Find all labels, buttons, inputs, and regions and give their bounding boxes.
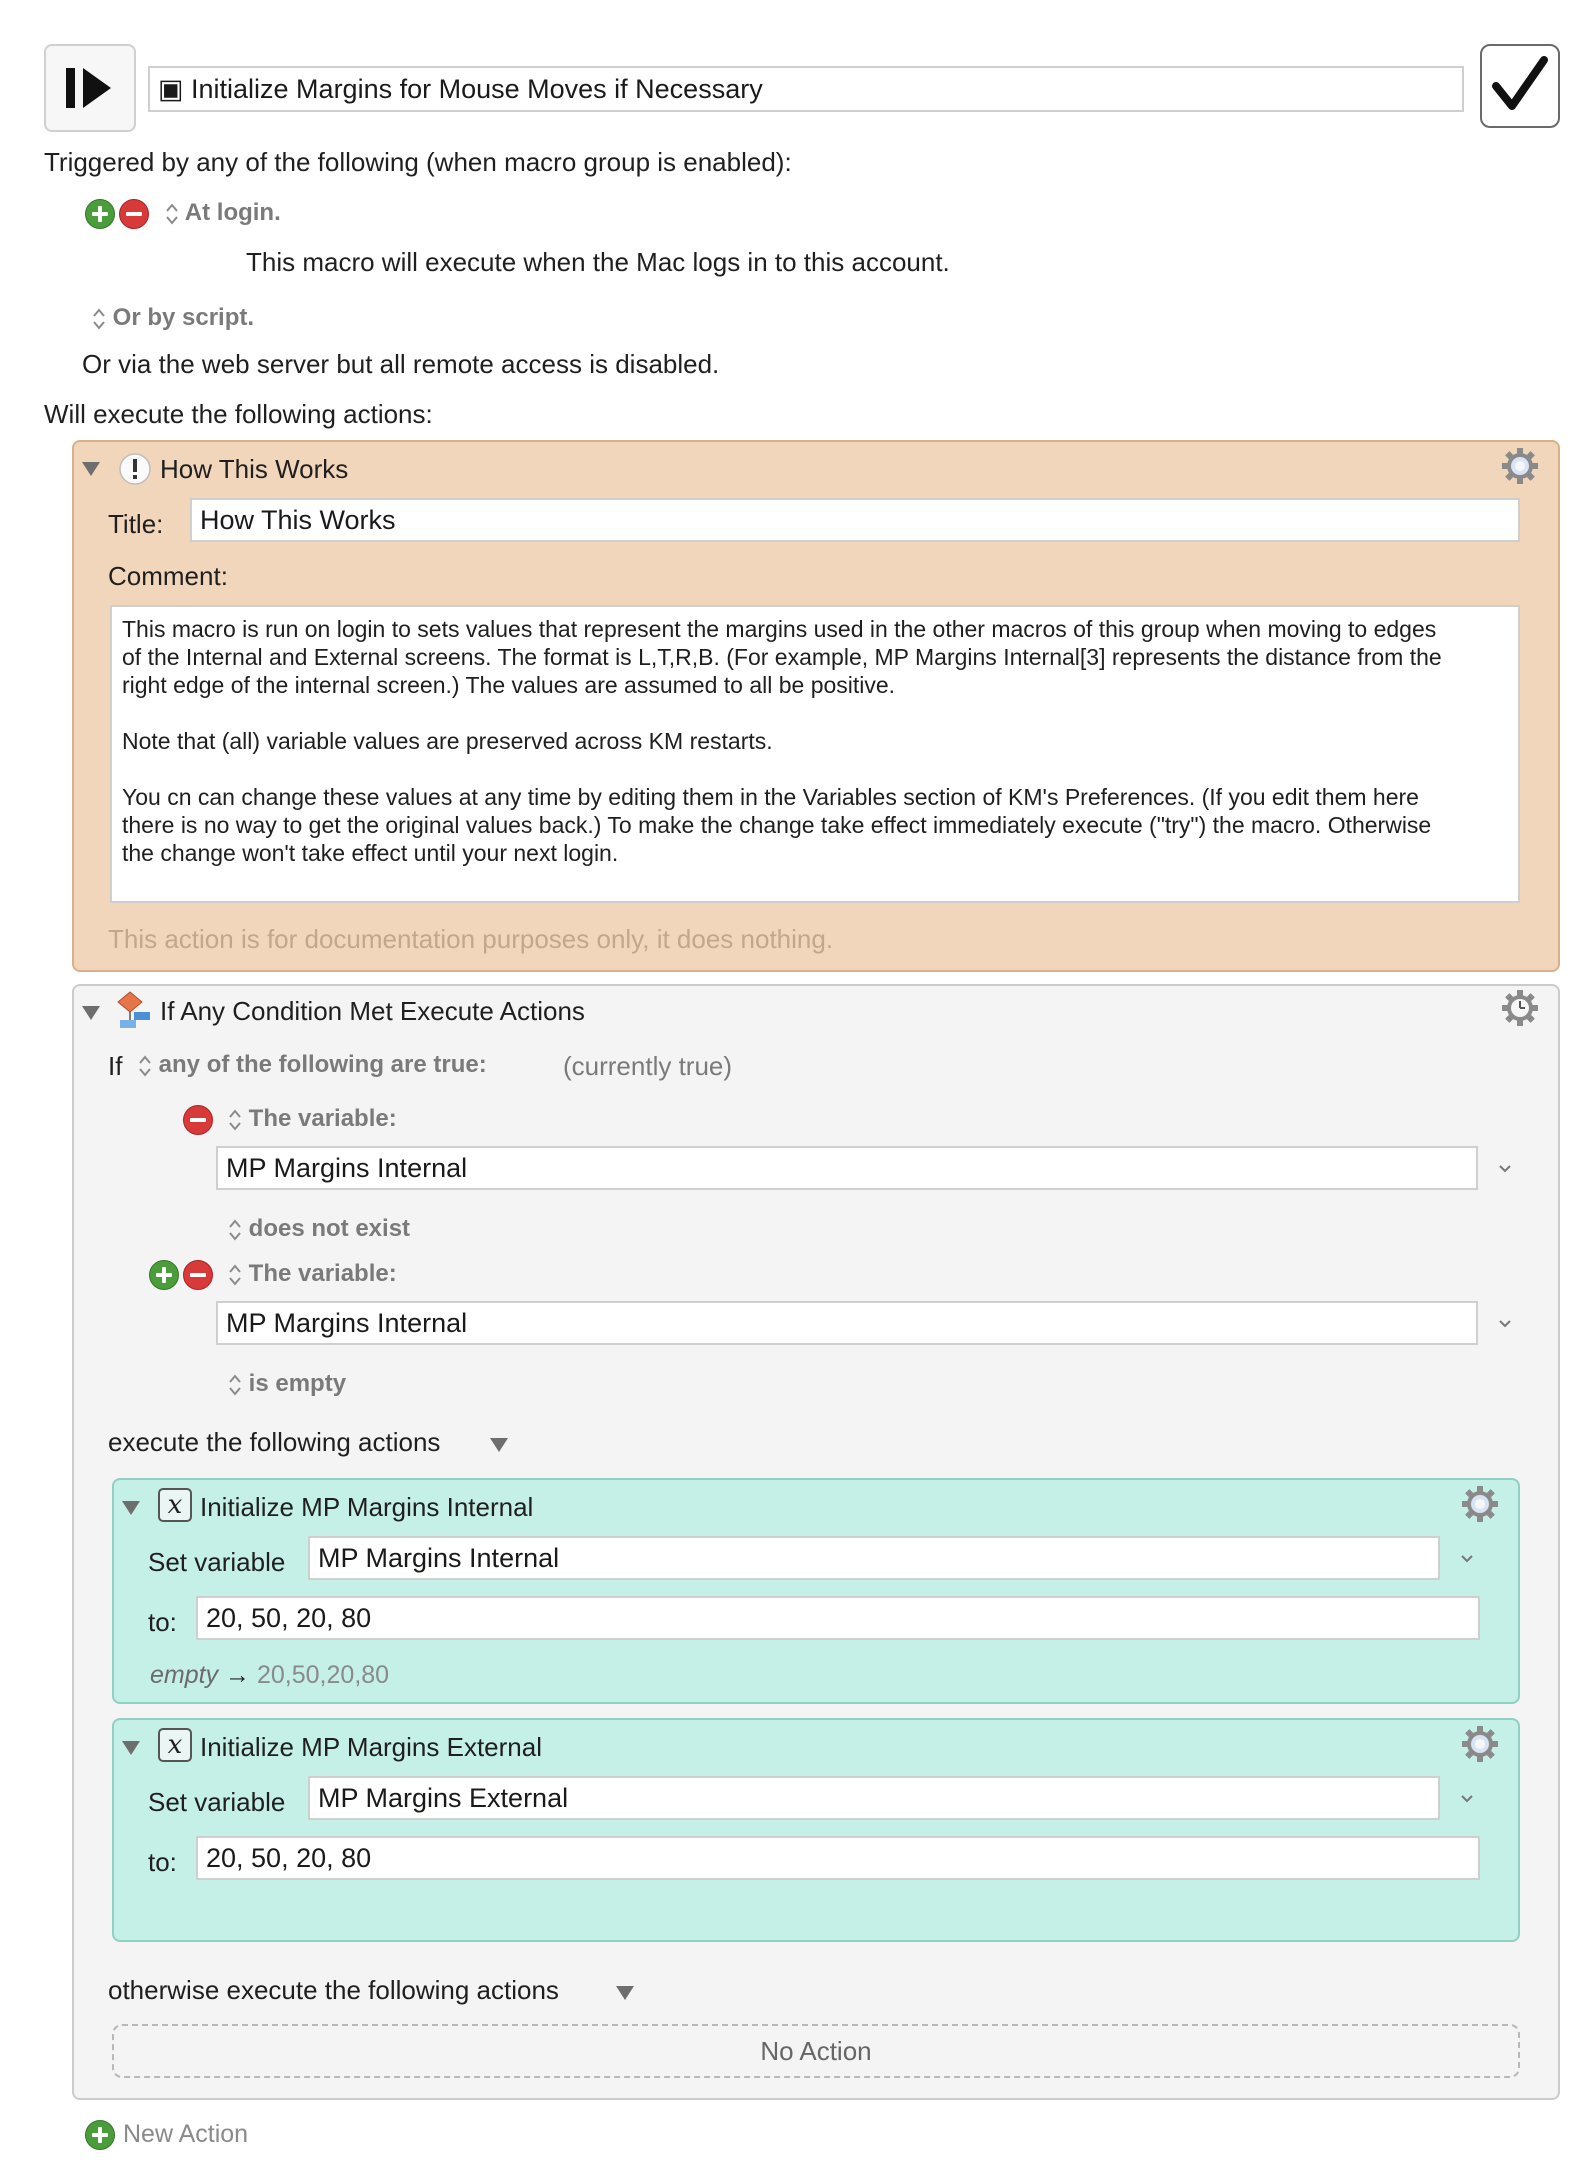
condition-1-test-popup[interactable]: does not exist (228, 1215, 410, 1243)
comment-label: Comment: (108, 561, 228, 591)
remove-condition-button[interactable] (183, 1260, 213, 1290)
macro-enabled-checkbox[interactable] (1480, 44, 1560, 128)
updown-chevron-icon (229, 1374, 241, 1396)
comment-text: This macro is run on login to sets value… (122, 616, 1442, 866)
updown-chevron-icon (93, 308, 105, 330)
timer-gear-icon[interactable] (1500, 988, 1540, 1028)
condition-type-popup[interactable]: The variable: (228, 1260, 397, 1288)
try-macro-button[interactable] (44, 44, 136, 132)
set-1-preview-old: empty (150, 1661, 219, 1689)
trigger-login-description: This macro will execute when the Mac log… (246, 247, 950, 277)
add-condition-button[interactable] (149, 1260, 179, 1290)
if-then-icon (117, 991, 150, 1028)
set-1-variable-field[interactable]: MP Margins Internal (308, 1536, 1440, 1580)
set-1-value: 20, 50, 20, 80 (206, 1602, 372, 1633)
web-server-note: Or via the web server but all remote acc… (82, 349, 720, 379)
gear-icon[interactable] (1500, 446, 1540, 486)
set-1-label: Set variable (148, 1547, 286, 1577)
arrow-right-icon: → (225, 1661, 251, 1689)
chevron-down-icon[interactable] (1460, 1792, 1474, 1806)
set-1-preview-new: 20,50,20,80 (257, 1661, 390, 1689)
add-trigger-button[interactable] (85, 199, 115, 229)
disclosure-triangle[interactable] (122, 1741, 140, 1755)
remove-trigger-button[interactable] (119, 199, 149, 229)
no-action-label: No Action (760, 2035, 872, 2066)
if-label: If (108, 1051, 123, 1081)
then-actions-menu-triangle[interactable] (490, 1438, 508, 1452)
else-actions-menu-triangle[interactable] (616, 1986, 634, 2000)
play-step-icon (66, 68, 111, 108)
updown-chevron-icon (229, 1264, 241, 1286)
any-condition-popup[interactable]: any of the following are true: (138, 1051, 487, 1079)
variable-x-icon: 𝑥 (158, 1728, 192, 1762)
gear-icon[interactable] (1460, 1484, 1500, 1524)
condition-2-variable: MP Margins Internal (226, 1307, 468, 1338)
chevron-down-icon[interactable] (1498, 1317, 1512, 1331)
set-1-preview: empty → 20,50,20,80 (150, 1661, 389, 1690)
condition-2-label: The variable: (248, 1260, 397, 1287)
set-2-header: Initialize MP Margins External (200, 1732, 542, 1762)
trigger-script-label: Or by script. (112, 304, 255, 331)
trigger-type-popup[interactable]: At login. (165, 199, 281, 227)
set-2-to-label: to: (148, 1847, 177, 1877)
set-1-header: Initialize MP Margins Internal (200, 1492, 534, 1522)
set-1-to-label: to: (148, 1607, 177, 1637)
condition-status: (currently true) (563, 1051, 733, 1081)
plus-circle-icon (85, 2120, 115, 2150)
if-action-header: If Any Condition Met Execute Actions (160, 996, 585, 1026)
title-label: Title: (108, 509, 164, 539)
macro-name: ▣ Initialize Margins for Mouse Moves if … (158, 73, 763, 104)
set-2-variable: MP Margins External (318, 1782, 569, 1813)
updown-chevron-icon (166, 203, 178, 225)
set-1-variable: MP Margins Internal (318, 1542, 560, 1573)
chevron-down-icon[interactable] (1498, 1162, 1512, 1176)
title-field[interactable]: How This Works (190, 498, 1520, 542)
gear-icon[interactable] (1460, 1724, 1500, 1764)
condition-1-variable: MP Margins Internal (226, 1152, 468, 1183)
comment-icon (119, 453, 151, 485)
new-action-label: New Action (123, 2120, 249, 2148)
remove-condition-button[interactable] (183, 1105, 213, 1135)
updown-chevron-icon (139, 1055, 151, 1077)
disclosure-triangle[interactable] (82, 462, 100, 476)
set-2-variable-field[interactable]: MP Margins External (308, 1776, 1440, 1820)
condition-type-popup[interactable]: The variable: (228, 1105, 397, 1133)
script-trigger-popup[interactable]: Or by script. (92, 304, 254, 332)
set-2-value: 20, 50, 20, 80 (206, 1842, 372, 1873)
set-2-label: Set variable (148, 1787, 286, 1817)
comment-textarea[interactable]: This macro is run on login to sets value… (110, 605, 1520, 903)
else-actions-label: otherwise execute the following actions (108, 1975, 559, 2005)
no-action-placeholder[interactable]: No Action (112, 2024, 1520, 2078)
updown-chevron-icon (229, 1219, 241, 1241)
set-1-value-field[interactable]: 20, 50, 20, 80 (196, 1596, 1480, 1640)
condition-1-label: The variable: (248, 1105, 397, 1132)
macro-name-field[interactable]: ▣ Initialize Margins for Mouse Moves if … (148, 66, 1464, 112)
checkmark-icon (1492, 56, 1548, 110)
condition-2-test-popup[interactable]: is empty (228, 1370, 346, 1398)
disclosure-triangle[interactable] (82, 1006, 100, 1020)
condition-1-variable-field[interactable]: MP Margins Internal (216, 1146, 1478, 1190)
title-value: How This Works (200, 504, 396, 535)
updown-chevron-icon (229, 1109, 241, 1131)
actions-heading: Will execute the following actions: (44, 399, 433, 429)
triggers-heading: Triggered by any of the following (when … (44, 147, 792, 177)
any-condition-label: any of the following are true: (158, 1051, 487, 1078)
then-actions-label: execute the following actions (108, 1427, 441, 1457)
set-2-value-field[interactable]: 20, 50, 20, 80 (196, 1836, 1480, 1880)
condition-1-test: does not exist (248, 1215, 411, 1242)
disclosure-triangle[interactable] (122, 1501, 140, 1515)
chevron-down-icon[interactable] (1460, 1552, 1474, 1566)
condition-2-test: is empty (248, 1370, 347, 1397)
condition-2-variable-field[interactable]: MP Margins Internal (216, 1301, 1478, 1345)
trigger-login-label: At login. (184, 199, 281, 226)
comment-footer-note: This action is for documentation purpose… (108, 924, 834, 954)
variable-x-icon: 𝑥 (158, 1488, 192, 1522)
comment-action-header: How This Works (160, 454, 349, 484)
